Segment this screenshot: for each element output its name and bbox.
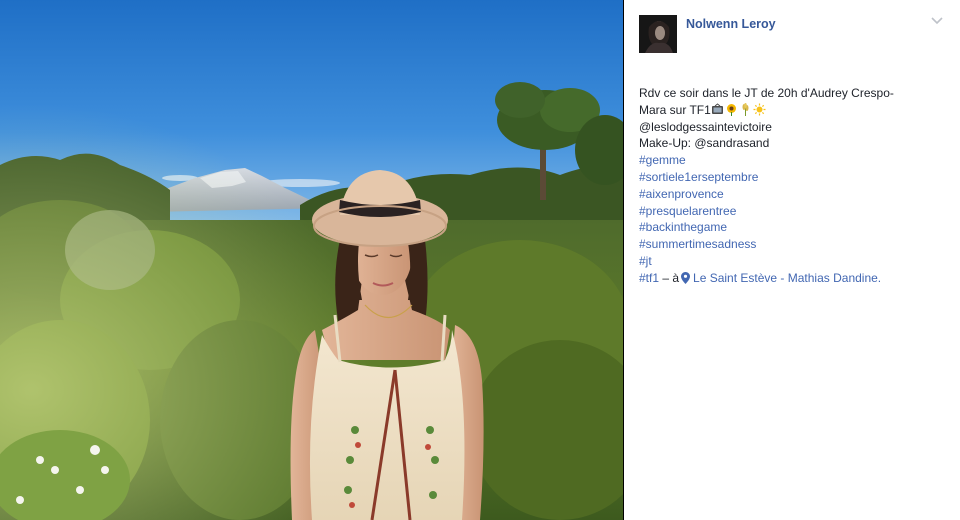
hashtag-link[interactable]: #jt [639, 253, 944, 270]
location-pin-icon [681, 271, 691, 284]
hashtag-link[interactable]: #sortiele1erseptembre [639, 169, 944, 186]
sun-icon [753, 103, 766, 116]
caption-line: Make-Up: @sandrasand [639, 135, 944, 152]
location-separator: – à [659, 270, 680, 285]
sunflower-icon [726, 103, 736, 116]
post-header: Nolwenn Leroy [639, 15, 944, 53]
makeup-mention: @sandrasand [694, 136, 770, 151]
author-name-link[interactable]: Nolwenn Leroy [686, 16, 776, 32]
caption-line: Rdv ce soir dans le JT de 20h d'Audrey C… [639, 86, 894, 100]
caption-line: @leslodgessaintevictoire [639, 119, 772, 134]
location-link[interactable]: Le Saint Estève - Mathias Dandine. [693, 271, 881, 285]
wheat-icon [742, 102, 749, 116]
location-line: #tf1 – à Le Saint Estève - Mathias Dandin… [639, 270, 944, 287]
hashtag-link[interactable]: #summertimesadness [639, 236, 944, 253]
photo-image [0, 0, 623, 520]
makeup-label: Make-Up: [639, 136, 692, 151]
hashtag-link[interactable]: #backinthegame [639, 219, 944, 236]
caption-text: Mara sur TF1 [639, 102, 711, 117]
photo-viewer: Nolwenn Leroy Rdv ce soir dans le JT de … [0, 0, 960, 520]
post-photo[interactable] [0, 0, 623, 520]
post-side-panel: Nolwenn Leroy Rdv ce soir dans le JT de … [624, 0, 960, 520]
caption-line: Mara sur TF1 [639, 102, 944, 119]
chevron-down-icon[interactable] [931, 17, 943, 25]
tv-icon [711, 103, 723, 114]
hashtag-link[interactable]: #gemme [639, 152, 944, 169]
avatar-image [639, 15, 677, 53]
hashtag-link[interactable]: #presquelarentree [639, 203, 944, 220]
hashtag-link[interactable]: #tf1 [639, 271, 659, 285]
post-caption: Rdv ce soir dans le JT de 20h d'Audrey C… [639, 85, 944, 287]
hashtag-link[interactable]: #aixenprovence [639, 186, 944, 203]
avatar[interactable] [639, 15, 677, 53]
